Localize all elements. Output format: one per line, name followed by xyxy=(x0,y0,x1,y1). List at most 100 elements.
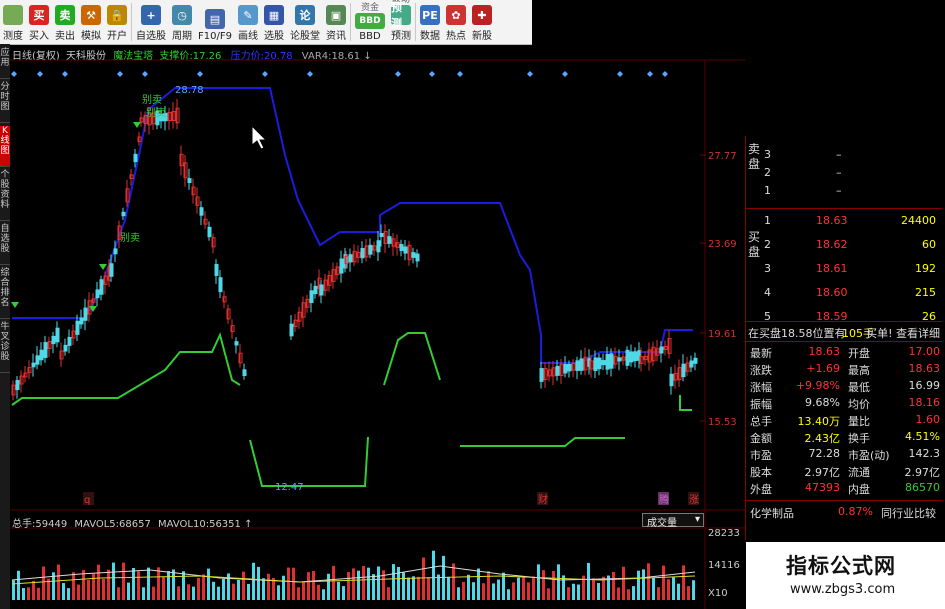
volume-bar xyxy=(642,569,645,600)
notice-link: 买单! 查看详细 xyxy=(866,327,940,340)
stat-row: 股本 2.97亿 流通 2.97亿 xyxy=(750,463,944,480)
volume-axis-label: X10 xyxy=(708,588,728,599)
order-level: 2 xyxy=(764,238,771,251)
stat-label: 流通 xyxy=(848,466,870,479)
big-order-notice[interactable]: 在买盘18.58位置有 105手 买单! 查看详细 xyxy=(746,323,942,340)
sector-divider xyxy=(746,500,942,501)
volume-select-value: 成交量 xyxy=(647,518,677,529)
volume-bar xyxy=(182,571,185,600)
candle-body xyxy=(539,368,544,382)
candle-body xyxy=(387,236,392,244)
buy-level-row: 1 18.63 24400 xyxy=(746,212,942,229)
volume-bar xyxy=(352,568,355,600)
candle-body xyxy=(234,341,239,346)
watermark-url: www.zbgs3.com xyxy=(790,582,896,597)
stat-row: 总手 13.40万 量比 1.60 xyxy=(750,412,944,429)
candle-body xyxy=(555,365,560,376)
volume-bar xyxy=(362,566,365,600)
candle-body xyxy=(309,290,314,304)
buy-level-row: 2 18.62 60 xyxy=(746,236,942,253)
sell-level-row: 2– xyxy=(746,164,942,181)
mavol10-value: 56351 xyxy=(209,519,241,530)
stat-value: +9.98% xyxy=(795,379,840,392)
volume-bar xyxy=(527,582,530,600)
volume-bar xyxy=(207,568,210,600)
stat-label: 涨幅 xyxy=(750,381,772,394)
volume-bar xyxy=(277,585,280,600)
signal-diamond xyxy=(457,71,463,77)
volume-bar xyxy=(22,588,25,600)
candle-body xyxy=(313,285,318,295)
stat-label: 市盈(动) xyxy=(848,449,890,462)
volume-bar xyxy=(447,576,450,600)
volume-bar xyxy=(637,570,640,600)
volume-bar xyxy=(682,565,685,600)
signal-diamond xyxy=(562,71,568,77)
candle-body xyxy=(605,353,610,370)
event-marker: 财 xyxy=(538,493,548,506)
volume-bar xyxy=(392,564,395,600)
sell-level-row: 1– xyxy=(746,182,942,199)
stat-label: 总手 xyxy=(750,415,772,428)
volume-bar xyxy=(167,571,170,600)
mavol5-value: 68657 xyxy=(119,519,151,530)
sector-row[interactable]: 化学制品 0.87% 同行业比较 xyxy=(746,503,942,520)
order-level: 3 xyxy=(764,262,771,275)
volume-bar xyxy=(422,557,425,600)
volume-bar xyxy=(667,579,670,600)
candle-body xyxy=(368,244,373,255)
volume-bar xyxy=(577,584,580,600)
volume-axis-label: 28233 xyxy=(708,528,740,539)
volume-bar xyxy=(587,562,590,600)
order-price: 18.62 xyxy=(816,238,848,251)
volume-bar xyxy=(687,586,690,600)
candle-body xyxy=(95,289,100,299)
volume-bar xyxy=(222,578,225,600)
volume-bar xyxy=(62,583,65,600)
stat-value: 2.43亿 xyxy=(804,432,841,445)
volume-bar xyxy=(332,565,335,600)
candle-body xyxy=(83,307,88,321)
volume-bar xyxy=(547,588,550,600)
chevron-down-icon: ▾ xyxy=(694,514,700,525)
sell-signal-label: 别卖 xyxy=(146,107,166,119)
volume-bar xyxy=(317,584,320,600)
candle-body xyxy=(617,357,622,362)
volume-bar xyxy=(657,587,660,600)
volume-bar xyxy=(532,576,535,600)
volume-bar xyxy=(557,564,560,600)
volume-bar xyxy=(377,566,380,600)
volume-bar xyxy=(92,573,95,600)
volume-bar xyxy=(282,575,285,600)
volume-bar xyxy=(152,586,155,600)
mouse-cursor-icon xyxy=(251,124,268,150)
stat-label: 最低 xyxy=(848,381,870,394)
candle-body xyxy=(339,258,344,274)
volume-bar xyxy=(177,586,180,600)
volume-bar xyxy=(382,570,385,600)
stat-row: 涨幅 +9.98% 最低 16.99 xyxy=(750,378,944,395)
stat-row: 外盘 47393 内盘 86570 xyxy=(750,480,944,497)
sector-name: 化学制品 xyxy=(750,507,794,520)
candle-body xyxy=(113,248,118,255)
signal-diamond xyxy=(307,71,313,77)
order-book-divider xyxy=(746,208,942,209)
volume-bar xyxy=(212,581,215,600)
high-price-annotation: 28.78 xyxy=(175,85,204,96)
candle-body xyxy=(575,360,580,371)
signal-diamond xyxy=(617,71,623,77)
stat-value: 9.68% xyxy=(805,396,840,409)
volume-bar xyxy=(487,571,490,600)
stat-row: 涨跌 +1.69 最高 18.63 xyxy=(750,361,944,378)
volume-bar xyxy=(412,576,415,600)
candle-body xyxy=(411,252,416,258)
volume-bar xyxy=(407,577,410,600)
candle-body xyxy=(415,253,420,262)
volume-bar xyxy=(162,576,165,600)
volume-indicator-select[interactable]: 成交量 ▾ xyxy=(642,513,704,529)
candle-body xyxy=(214,264,219,276)
order-volume: 24400 xyxy=(901,214,936,227)
order-price: – xyxy=(836,166,842,179)
stat-label: 振幅 xyxy=(750,398,772,411)
sector-compare-link: 同行业比较 xyxy=(881,507,936,520)
